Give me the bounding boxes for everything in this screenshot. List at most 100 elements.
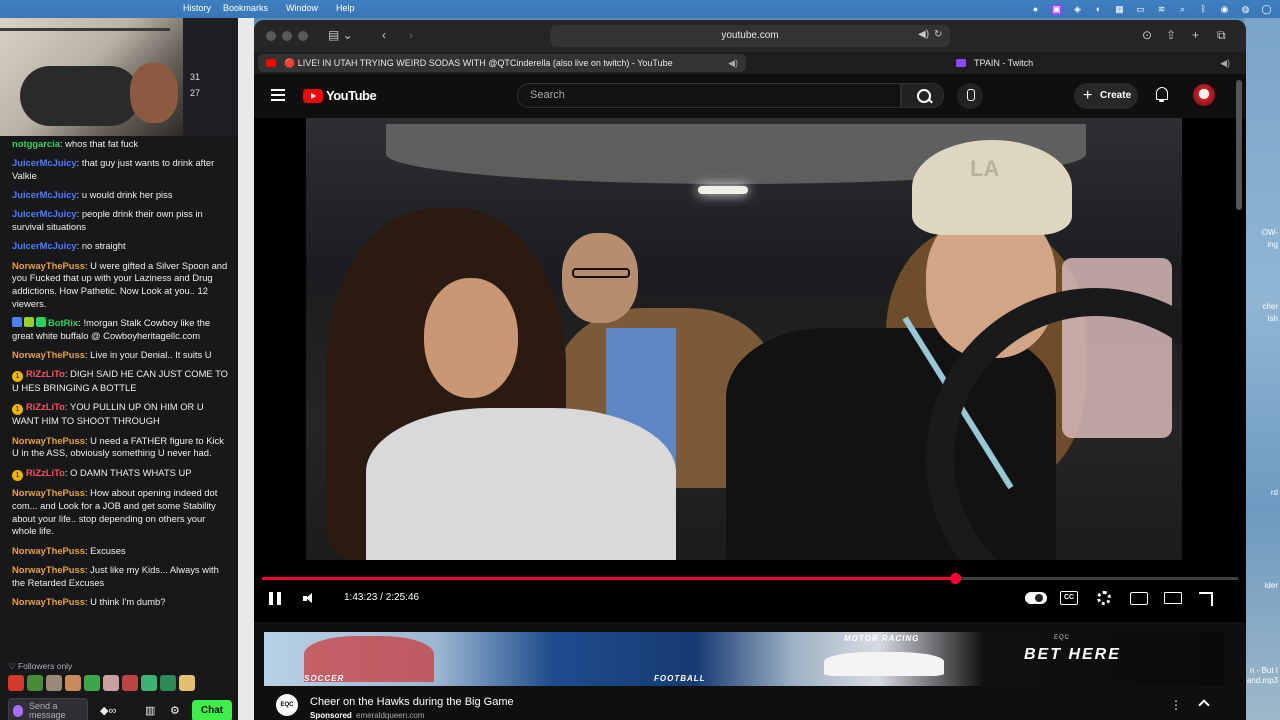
bot-badge-icon[interactable] <box>36 317 46 328</box>
tab-audio-icon[interactable]: ◀) <box>728 54 738 72</box>
tab-twitch[interactable]: TPAIN - Twitch ◀) <box>948 54 1238 72</box>
emote-icon[interactable] <box>141 675 157 691</box>
user-icon[interactable]: ◯ <box>1261 4 1272 15</box>
desktop-file-label[interactable]: rd <box>1271 488 1278 497</box>
volume-icon[interactable] <box>303 592 317 605</box>
desktop-file-label[interactable]: cher <box>1262 302 1278 311</box>
desktop-file-label[interactable]: OW- <box>1262 228 1278 237</box>
bot-badge-icon[interactable] <box>24 317 34 328</box>
chat-username[interactable]: NorwayThePuss <box>12 596 85 607</box>
video-player[interactable]: LA 1:43:23 / 2:25:46 CC <box>254 118 1246 622</box>
new-tab-icon[interactable]: + <box>1192 28 1199 42</box>
record-icon[interactable]: ● <box>1030 4 1041 15</box>
more-options-icon[interactable]: ⋮ <box>1170 698 1182 712</box>
chat-username[interactable]: JuicerMcJuicy <box>12 189 77 200</box>
twitch-status-icon[interactable]: ▣ <box>1051 3 1062 15</box>
chat-username[interactable]: JuicerMcJuicy <box>12 240 77 251</box>
address-bar[interactable]: youtube.com <box>550 25 950 47</box>
emote-icon[interactable] <box>84 675 100 691</box>
emote-icon[interactable] <box>122 675 138 691</box>
fullscreen-icon[interactable] <box>1199 592 1213 606</box>
chat-username[interactable]: NorwayThePuss <box>12 435 85 446</box>
app-icon[interactable]: ◈ <box>1072 4 1083 15</box>
bits-icon[interactable]: ◆∞ <box>100 704 116 717</box>
youtube-logo[interactable]: YouTube <box>303 88 377 103</box>
ad-title[interactable]: Cheer on the Hawks during the Big Game <box>310 696 514 708</box>
chat-username[interactable]: NorwayThePuss <box>12 349 85 360</box>
create-button[interactable]: Create <box>1074 83 1138 109</box>
chat-send-button[interactable]: Chat <box>192 700 232 720</box>
chat-username[interactable]: BotRix <box>48 317 78 328</box>
emote-icon[interactable] <box>27 675 43 691</box>
tab-audio-icon[interactable]: ◀) <box>1220 54 1230 72</box>
subscriber-badge-icon[interactable]: 1 <box>12 404 23 416</box>
notifications-icon[interactable] <box>1155 87 1169 103</box>
desktop-file-label[interactable]: lsh <box>1268 314 1278 323</box>
desktop-file-label[interactable]: n - But I <box>1250 666 1278 675</box>
chat-username[interactable]: RiZzLiTo <box>26 467 65 478</box>
collapse-chevron-icon[interactable] <box>1198 699 1210 711</box>
minimize-window-button[interactable] <box>282 31 292 41</box>
theater-mode-icon[interactable] <box>1164 592 1182 604</box>
sync-icon[interactable]: ◐ <box>1093 4 1104 15</box>
desktop-file-label[interactable]: lder <box>1265 581 1278 590</box>
video-frame[interactable]: LA <box>306 118 1182 560</box>
gift-icon[interactable]: ▥ <box>145 704 155 717</box>
captions-icon[interactable]: CC <box>1060 591 1078 605</box>
back-icon[interactable]: ‹ <box>382 28 386 42</box>
emote-icon[interactable] <box>103 675 119 691</box>
emote-icon[interactable] <box>65 675 81 691</box>
search-input[interactable]: Search <box>517 83 901 108</box>
miniplayer-icon[interactable] <box>1130 592 1148 605</box>
page-scrollbar[interactable] <box>1236 80 1242 210</box>
audio-icon[interactable]: ◀) <box>918 29 929 40</box>
pause-button[interactable] <box>269 592 281 605</box>
emote-icon[interactable] <box>8 675 24 691</box>
bluetooth-icon[interactable]: ᛒ <box>1198 4 1209 15</box>
subscriber-badge-icon[interactable]: 1 <box>12 469 23 481</box>
sidebar-icon[interactable]: ▤ ⌄ <box>328 28 353 42</box>
chat-username[interactable]: notggarcia <box>12 138 60 149</box>
chat-settings-icon[interactable]: ⚙ <box>170 704 180 717</box>
download-icon[interactable]: ⊙ <box>1142 28 1152 42</box>
subscriber-badge-icon[interactable]: 1 <box>12 371 23 383</box>
zoom-window-button[interactable] <box>298 31 308 41</box>
close-window-button[interactable] <box>266 31 276 41</box>
progress-bar[interactable] <box>262 573 1238 584</box>
search-button[interactable] <box>901 83 944 108</box>
wifi-icon[interactable]: ≋ <box>1156 4 1167 15</box>
bot-badge-icon[interactable] <box>12 317 22 328</box>
desktop-file-label[interactable]: and.mp3 <box>1247 676 1278 685</box>
mic-icon[interactable] <box>13 705 23 717</box>
siri-icon[interactable]: ◍ <box>1240 4 1251 15</box>
menu-history[interactable]: History <box>183 3 211 13</box>
chat-username[interactable]: JuicerMcJuicy <box>12 208 77 219</box>
ad-domain[interactable]: emeraldqueen.com <box>356 711 424 720</box>
progress-scrubber[interactable] <box>949 573 961 584</box>
ad-banner[interactable]: SOCCER FOOTBALL MOTOR RACING EQC BET HER… <box>264 632 1224 686</box>
emote-icon[interactable] <box>46 675 62 691</box>
chat-username[interactable]: NorwayThePuss <box>12 564 85 575</box>
tab-youtube[interactable]: 🔴 LIVE! IN UTAH TRYING WEIRD SODAS WITH … <box>258 54 746 72</box>
menu-bookmarks[interactable]: Bookmarks <box>223 3 268 13</box>
tab-overview-icon[interactable]: ⧉ <box>1217 28 1226 43</box>
chat-message-input[interactable]: Send a message <box>8 698 88 720</box>
search-icon[interactable]: ⌕ <box>1177 4 1188 15</box>
bet-here-label[interactable]: BET HERE <box>1024 646 1121 664</box>
chat-username[interactable]: NorwayThePuss <box>12 545 85 556</box>
emote-icon[interactable] <box>160 675 176 691</box>
avatar[interactable] <box>1193 84 1215 106</box>
settings-icon[interactable] <box>1097 591 1111 605</box>
menu-icon[interactable] <box>271 89 285 101</box>
emote-icon[interactable] <box>179 675 195 691</box>
chat-username[interactable]: JuicerMcJuicy <box>12 157 77 168</box>
advertiser-logo[interactable]: EQC <box>276 694 298 716</box>
forward-icon[interactable]: › <box>409 28 413 42</box>
reload-icon[interactable]: ↻ <box>934 29 942 40</box>
grid-icon[interactable]: ▦ <box>1114 4 1125 15</box>
desktop-file-label[interactable]: ing <box>1267 240 1278 249</box>
display-icon[interactable]: ▭ <box>1135 4 1146 15</box>
chat-username[interactable]: NorwayThePuss <box>12 487 85 498</box>
share-icon[interactable]: ⇧ <box>1166 28 1176 42</box>
chat-username[interactable]: RiZzLiTo <box>26 368 65 379</box>
